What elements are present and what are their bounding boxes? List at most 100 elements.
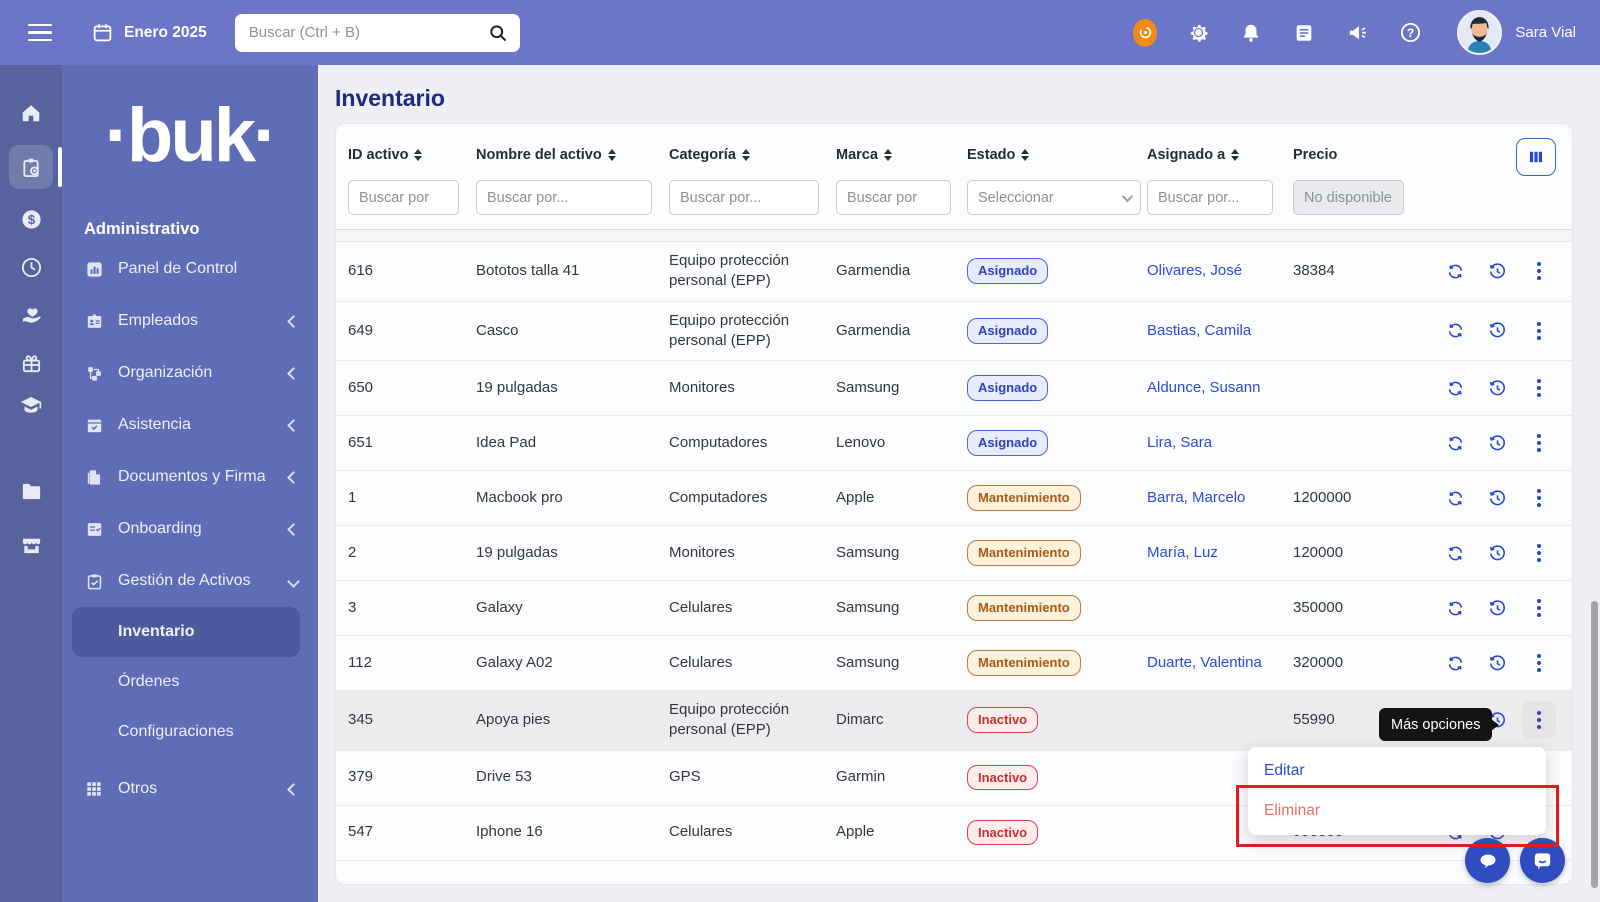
filter-marca-input[interactable] [836, 180, 951, 215]
more-options-button[interactable] [1522, 644, 1556, 682]
announcements-megaphone-icon[interactable] [1345, 21, 1369, 45]
vertical-scrollbar-thumb[interactable] [1591, 601, 1598, 888]
rail-marketplace-icon[interactable] [9, 523, 53, 567]
chat-widget-button[interactable] [1465, 838, 1510, 883]
table-row[interactable]: 112 Galaxy A02 Celulares Samsung Manteni… [336, 636, 1572, 691]
settings-gear-icon[interactable] [1186, 21, 1210, 45]
context-menu-delete[interactable]: Eliminar [1248, 791, 1546, 831]
more-options-button[interactable] [1522, 424, 1556, 462]
filter-id-input[interactable] [348, 180, 459, 215]
search-input[interactable] [248, 24, 488, 41]
history-button[interactable] [1480, 644, 1514, 682]
filter-nombre-input[interactable] [476, 180, 652, 215]
sort-icon[interactable] [883, 148, 892, 162]
history-button[interactable] [1480, 424, 1514, 462]
sidebar-item-otros[interactable]: Otros [62, 763, 318, 815]
sync-button[interactable] [1438, 534, 1472, 572]
history-button[interactable] [1480, 534, 1514, 572]
history-button[interactable] [1480, 589, 1514, 627]
more-options-button[interactable] [1522, 589, 1556, 627]
assignee-link[interactable]: Aldunce, Susann [1147, 379, 1260, 396]
more-options-button[interactable] [1522, 252, 1556, 290]
sync-button[interactable] [1438, 589, 1472, 627]
sort-icon[interactable] [1231, 148, 1240, 162]
help-icon[interactable]: ? [1398, 21, 1422, 45]
cell-categoria: Monitores [669, 378, 735, 396]
sidebar-item-organizacion[interactable]: Organización [62, 347, 318, 399]
sidebar-subitem-ordenes[interactable]: Órdenes [72, 657, 300, 707]
sidebar-item-empleados[interactable]: Empleados [62, 295, 318, 347]
sort-icon[interactable] [607, 148, 616, 162]
history-button[interactable] [1480, 479, 1514, 517]
news-document-icon[interactable] [1292, 21, 1316, 45]
assignee-link[interactable]: Olivares, José [1147, 262, 1242, 279]
scrolled-row-remnant [336, 230, 1572, 242]
cell-categoria: GPS [669, 768, 701, 786]
kebab-icon [1537, 262, 1541, 281]
more-options-button[interactable] [1522, 534, 1556, 572]
table-row[interactable]: 1 Macbook pro Computadores Apple Manteni… [336, 471, 1572, 526]
sidebar-item-documentos-y-firma[interactable]: Documentos y Firma [62, 451, 318, 503]
sync-button[interactable] [1438, 479, 1472, 517]
sort-icon[interactable] [741, 148, 750, 162]
table-row[interactable]: 3 Galaxy Celulares Samsung Mantenimiento… [336, 581, 1572, 636]
rail-payroll-icon[interactable]: $ [9, 197, 53, 241]
cell-marca: Samsung [836, 598, 900, 616]
more-options-button[interactable] [1522, 701, 1556, 740]
rail-benefits-icon[interactable] [9, 293, 53, 337]
sync-button[interactable] [1438, 644, 1472, 682]
context-menu-edit[interactable]: Editar [1248, 751, 1546, 791]
rail-time-icon[interactable] [9, 245, 53, 289]
assignee-link[interactable]: Barra, Marcelo [1147, 489, 1245, 506]
sync-button[interactable] [1438, 424, 1472, 462]
table-row[interactable]: 616 Bototos talla 41 Equipo protección p… [336, 242, 1572, 302]
notifications-bell-icon[interactable] [1239, 21, 1263, 45]
more-options-button[interactable] [1522, 369, 1556, 407]
assignee-link[interactable]: Bastias, Camila [1147, 322, 1251, 339]
filter-estado-select[interactable]: Seleccionar [967, 180, 1141, 215]
table-row[interactable]: 651 Idea Pad Computadores Lenovo Asignad… [336, 416, 1572, 471]
rail-gift-icon[interactable] [9, 341, 53, 385]
assignee-link[interactable]: Lira, Sara [1147, 434, 1212, 451]
user-avatar[interactable] [1457, 10, 1503, 55]
rail-files-icon[interactable] [9, 469, 53, 513]
sidebar-item-onboarding[interactable]: Onboarding [62, 503, 318, 555]
cell-nombre: Iphone 16 [476, 823, 543, 841]
asset-management-clipboard-icon [84, 571, 104, 591]
sync-button[interactable] [1438, 369, 1472, 407]
sidebar-subitem-configuraciones[interactable]: Configuraciones [72, 707, 300, 757]
search-icon[interactable] [488, 23, 508, 43]
rail-training-icon[interactable] [9, 383, 53, 427]
table-row[interactable]: 650 19 pulgadas Monitores Samsung Asigna… [336, 361, 1572, 416]
cell-id: 547 [348, 823, 374, 841]
assignee-link[interactable]: Duarte, Valentina [1147, 654, 1262, 671]
more-options-button[interactable] [1522, 312, 1556, 350]
history-button[interactable] [1480, 252, 1514, 290]
rail-asset-management-icon[interactable] [9, 145, 62, 189]
more-options-button[interactable] [1522, 479, 1556, 517]
period-selector[interactable]: Enero 2025 [90, 21, 207, 45]
sidebar-item-gestion-de-activos[interactable]: Gestión de Activos [62, 555, 318, 607]
sort-icon[interactable] [414, 148, 423, 162]
sync-button[interactable] [1438, 252, 1472, 290]
messenger-button[interactable] [1520, 838, 1565, 883]
history-button[interactable] [1480, 369, 1514, 407]
table-row[interactable]: 2 19 pulgadas Monitores Samsung Mantenim… [336, 526, 1572, 581]
sidebar-item-asistencia[interactable]: Asistencia [62, 399, 318, 451]
hamburger-menu-icon[interactable] [28, 23, 52, 42]
assistant-icon[interactable] [1133, 18, 1158, 47]
sort-icon[interactable] [1021, 148, 1030, 162]
filter-categoria-input[interactable] [669, 180, 819, 215]
sync-button[interactable] [1438, 312, 1472, 350]
filter-asignado-input[interactable] [1147, 180, 1273, 215]
column-settings-button[interactable] [1516, 138, 1556, 176]
sidebar-item-panel-de-control[interactable]: Panel de Control [62, 243, 318, 295]
history-button[interactable] [1480, 312, 1514, 350]
table-row[interactable]: 649 Casco Equipo protección personal (EP… [336, 302, 1572, 361]
sidebar-subitem-inventario[interactable]: Inventario [72, 607, 300, 657]
assignee-link[interactable]: María, Luz [1147, 544, 1218, 561]
cell-precio: 320000 [1293, 653, 1344, 671]
cell-nombre: Apoya pies [476, 711, 551, 729]
status-badge: Mantenimiento [967, 595, 1081, 621]
rail-home-icon[interactable] [9, 91, 53, 135]
